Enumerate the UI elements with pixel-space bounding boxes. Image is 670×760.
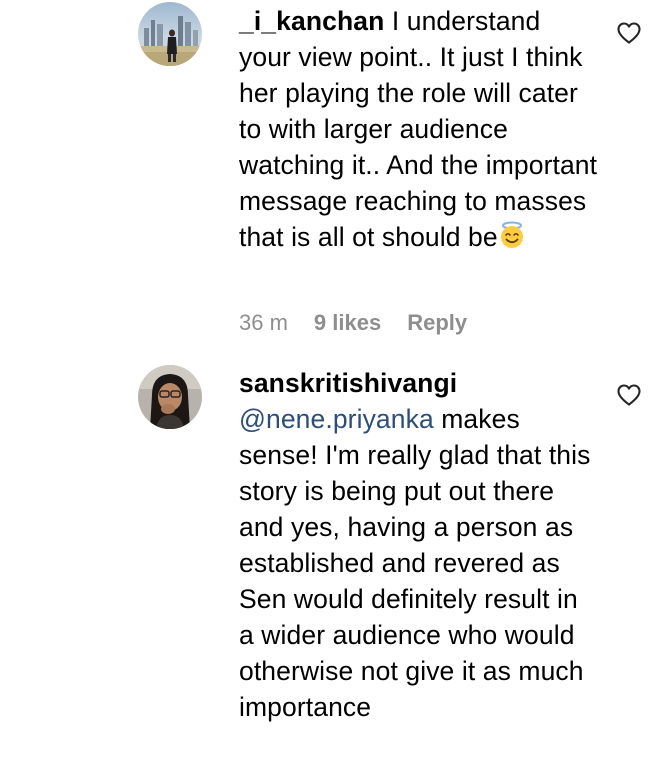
- comment-text: _i_kanchan I understand your view point.…: [239, 3, 599, 255]
- comment-username[interactable]: _i_kanchan: [239, 6, 384, 36]
- heart-outline-icon[interactable]: [616, 383, 642, 407]
- smiling-face-with-halo-icon: [498, 221, 526, 249]
- reply-button[interactable]: Reply: [407, 310, 467, 336]
- mention-link[interactable]: @nene.priyanka: [239, 404, 434, 434]
- avatar[interactable]: [138, 2, 202, 66]
- avatar[interactable]: [138, 365, 202, 429]
- comment-message: makes sense! I'm really glad that this s…: [239, 404, 591, 722]
- heart-outline-icon[interactable]: [616, 21, 642, 45]
- comment-timestamp: 36 m: [239, 310, 288, 335]
- avatar-image: [138, 365, 202, 429]
- comment-meta: 36 m 9 likes Reply: [239, 310, 467, 336]
- comment-message: I understand your view point.. It just I…: [239, 6, 598, 252]
- comment-likes-count[interactable]: 9 likes: [314, 310, 381, 336]
- avatar-image: [138, 2, 202, 66]
- comment-username[interactable]: sanskritishivangi: [239, 368, 457, 398]
- comment-text: sanskritishivangi @nene.priyanka makes s…: [239, 365, 599, 725]
